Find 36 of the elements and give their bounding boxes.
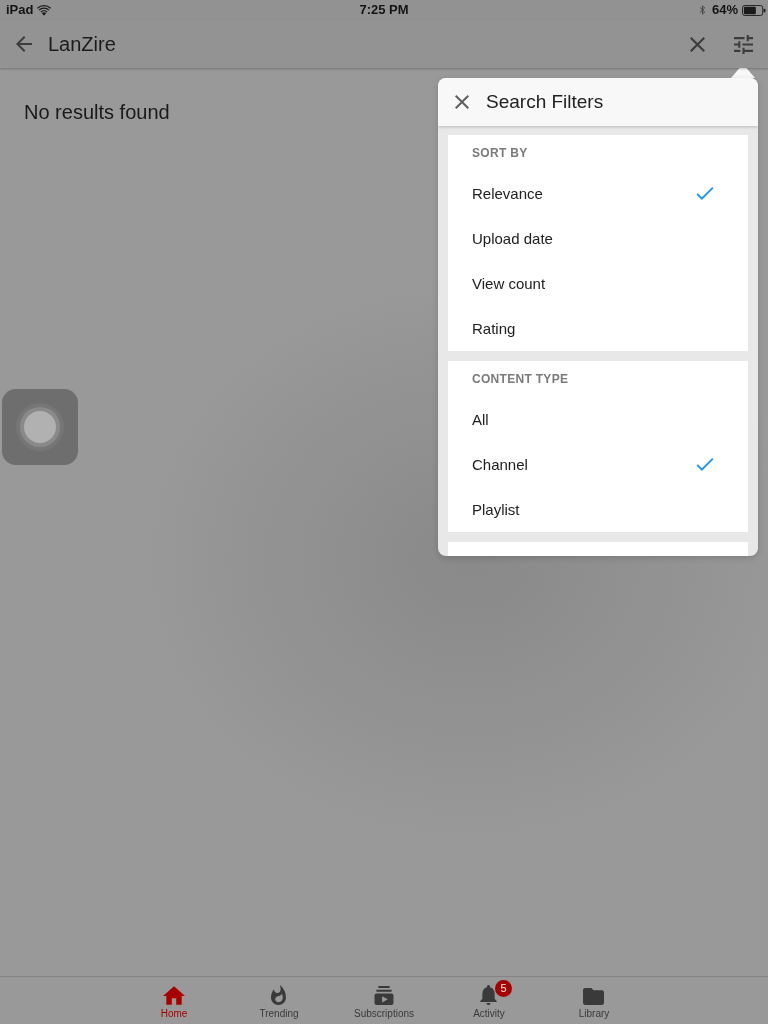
filter-option[interactable]: All (448, 397, 748, 442)
bluetooth-icon (698, 4, 706, 16)
section-heading: CONTENT TYPE (471, 371, 570, 388)
section-heading: SORT BY (471, 145, 529, 162)
tab-item[interactable]: Trending (255, 977, 303, 1024)
carrier-name: iPad (6, 2, 34, 18)
popover-title: Search Filters (486, 91, 604, 113)
video-stack-icon (374, 986, 394, 1005)
status-time: 7:25 PM (359, 2, 409, 18)
close-icon (455, 95, 469, 109)
ring-icon (16, 403, 64, 451)
filter-option[interactable]: Rating (448, 306, 748, 351)
search-query[interactable]: LanZire (48, 32, 686, 56)
filter-option[interactable]: Channel (448, 442, 748, 487)
sliders-icon (733, 34, 753, 54)
filter-button[interactable] (731, 32, 755, 56)
battery-icon (742, 4, 766, 16)
close-icon (689, 36, 705, 52)
folder-icon (583, 988, 605, 1005)
filter-option[interactable]: Relevance (448, 171, 748, 216)
back-button[interactable] (14, 34, 34, 54)
notification-badge: 5 (495, 980, 512, 997)
assistive-touch-button[interactable] (2, 389, 78, 465)
back-arrow-icon (16, 36, 32, 52)
house-icon (163, 986, 185, 1005)
bell-icon (480, 985, 498, 1005)
flame-icon (271, 985, 287, 1005)
close-button[interactable] (453, 93, 471, 111)
battery-percentage: 64% (711, 2, 738, 18)
empty-results-message: No results found (24, 100, 170, 124)
filter-option[interactable]: Playlist (448, 487, 748, 532)
filter-option[interactable]: Upload date (448, 216, 748, 261)
tab-item[interactable]: Subscriptions (350, 977, 418, 1024)
wifi-icon (37, 4, 52, 16)
tab-item[interactable]: Library (574, 977, 614, 1024)
filter-option[interactable]: View count (448, 261, 748, 306)
